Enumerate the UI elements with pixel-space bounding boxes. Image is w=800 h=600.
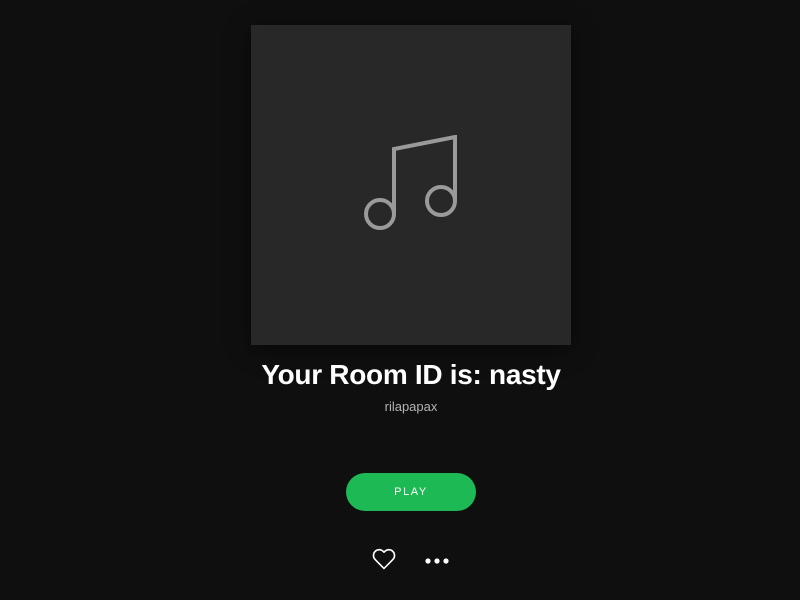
more-options-icon	[424, 553, 450, 568]
like-button[interactable]	[372, 548, 396, 572]
more-options-button[interactable]	[423, 550, 451, 570]
play-button[interactable]: PLAY	[346, 473, 476, 511]
playlist-cover	[251, 25, 571, 345]
music-note-icon	[361, 135, 461, 235]
playlist-page: Your Room ID is: nasty rilapapax PLAY	[0, 0, 800, 600]
heart-icon	[372, 548, 396, 573]
playlist-title: Your Room ID is: nasty	[261, 359, 561, 390]
playlist-owner[interactable]: rilapapax	[0, 398, 800, 416]
